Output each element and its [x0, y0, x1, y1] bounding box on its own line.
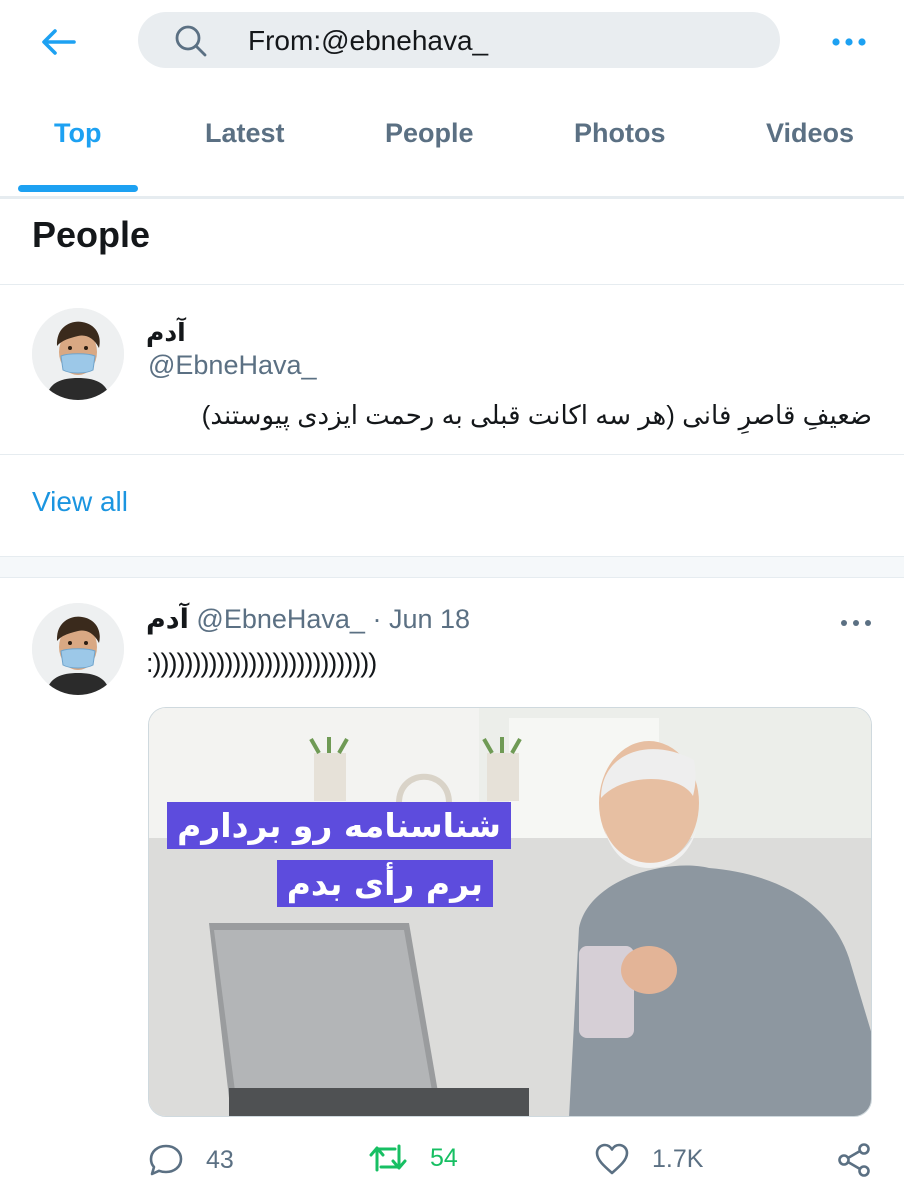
- more-dots-icon: [832, 38, 866, 46]
- more-options-button[interactable]: [824, 22, 874, 62]
- tweet-actions: 43 54 1.7K: [0, 1130, 904, 1190]
- tweet-author-name[interactable]: آدم: [146, 604, 189, 634]
- tweet-header: آدم @EbneHava_ · Jun 18: [146, 604, 470, 635]
- image-caption-line-2: برم رأی بدم: [276, 860, 493, 907]
- user-handle[interactable]: @EbneHava_: [148, 350, 317, 381]
- top-bar: From:@ebnehava_: [0, 0, 904, 84]
- search-tabs: Top Latest People Photos Videos: [0, 96, 904, 196]
- search-input[interactable]: From:@ebnehava_: [138, 12, 780, 68]
- back-arrow-icon: [42, 29, 76, 55]
- retweet-count: 54: [430, 1143, 458, 1172]
- tweet-dot-separator: ·: [372, 604, 382, 634]
- tab-videos[interactable]: Videos: [766, 118, 854, 149]
- tab-top[interactable]: Top: [54, 118, 101, 149]
- avatar-child-mask-image: [32, 603, 124, 695]
- tweet-more-button[interactable]: [834, 608, 878, 638]
- user-bio: ضعیفِ قاصرِ فانی (هر سه اکانت قبلی به رح…: [201, 400, 872, 430]
- divider: [0, 454, 904, 455]
- active-tab-indicator: [18, 185, 138, 192]
- like-button[interactable]: 1.7K: [594, 1142, 703, 1176]
- tab-latest[interactable]: Latest: [205, 118, 285, 149]
- tab-photos[interactable]: Photos: [574, 118, 666, 149]
- tweet-image[interactable]: شناسنامه رو بردارم برم رأی بدم: [148, 707, 872, 1117]
- like-count: 1.7K: [652, 1144, 704, 1173]
- reply-button[interactable]: 43: [148, 1142, 234, 1178]
- meme-photo-illustration: [149, 708, 871, 1116]
- section-title-people: People: [32, 214, 151, 255]
- tabs-divider: [0, 196, 904, 199]
- section-separator: [0, 556, 904, 578]
- avatar[interactable]: [32, 308, 124, 400]
- tab-people[interactable]: People: [385, 118, 474, 149]
- reply-count: 43: [206, 1145, 234, 1174]
- back-button[interactable]: [36, 20, 80, 64]
- share-button[interactable]: [836, 1142, 872, 1178]
- share-icon: [838, 1143, 870, 1177]
- image-caption-line-1: شناسنامه رو بردارم: [167, 802, 511, 849]
- more-dots-icon: [841, 620, 871, 626]
- reply-icon: [149, 1144, 183, 1176]
- tweet-date[interactable]: Jun 18: [389, 604, 470, 634]
- tweet-avatar[interactable]: [32, 603, 124, 695]
- tweet-text: :)))))))))))))))))))))))))))): [146, 648, 377, 678]
- view-all-link[interactable]: View all: [32, 486, 128, 518]
- tweet-author-handle[interactable]: @EbneHava_: [196, 604, 365, 634]
- divider: [0, 284, 904, 285]
- retweet-icon: [369, 1144, 407, 1172]
- search-icon: [175, 25, 207, 57]
- retweet-button[interactable]: 54: [368, 1142, 458, 1174]
- avatar-child-mask-image: [32, 308, 124, 400]
- user-display-name[interactable]: آدم: [146, 318, 186, 348]
- search-query-text: From:@ebnehava_: [248, 25, 489, 56]
- like-icon: [595, 1143, 629, 1175]
